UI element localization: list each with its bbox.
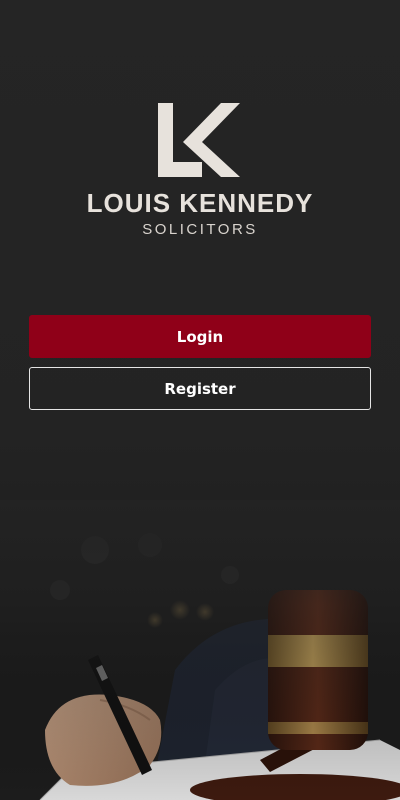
login-button[interactable]: Login (29, 315, 371, 358)
brand-logo: LOUIS KENNEDY SOLICITORS (0, 100, 400, 238)
register-button-label: Register (164, 379, 236, 398)
lk-monogram-icon (158, 103, 240, 177)
register-button[interactable]: Register (29, 367, 371, 410)
brand-name: LOUIS KENNEDY (86, 188, 314, 218)
brand-tagline: SOLICITORS (142, 221, 258, 238)
login-screen: LOUIS KENNEDY SOLICITORS Login Register (0, 0, 400, 800)
login-button-label: Login (176, 327, 224, 346)
lawyer-signing-with-gavel-photo (0, 500, 400, 800)
